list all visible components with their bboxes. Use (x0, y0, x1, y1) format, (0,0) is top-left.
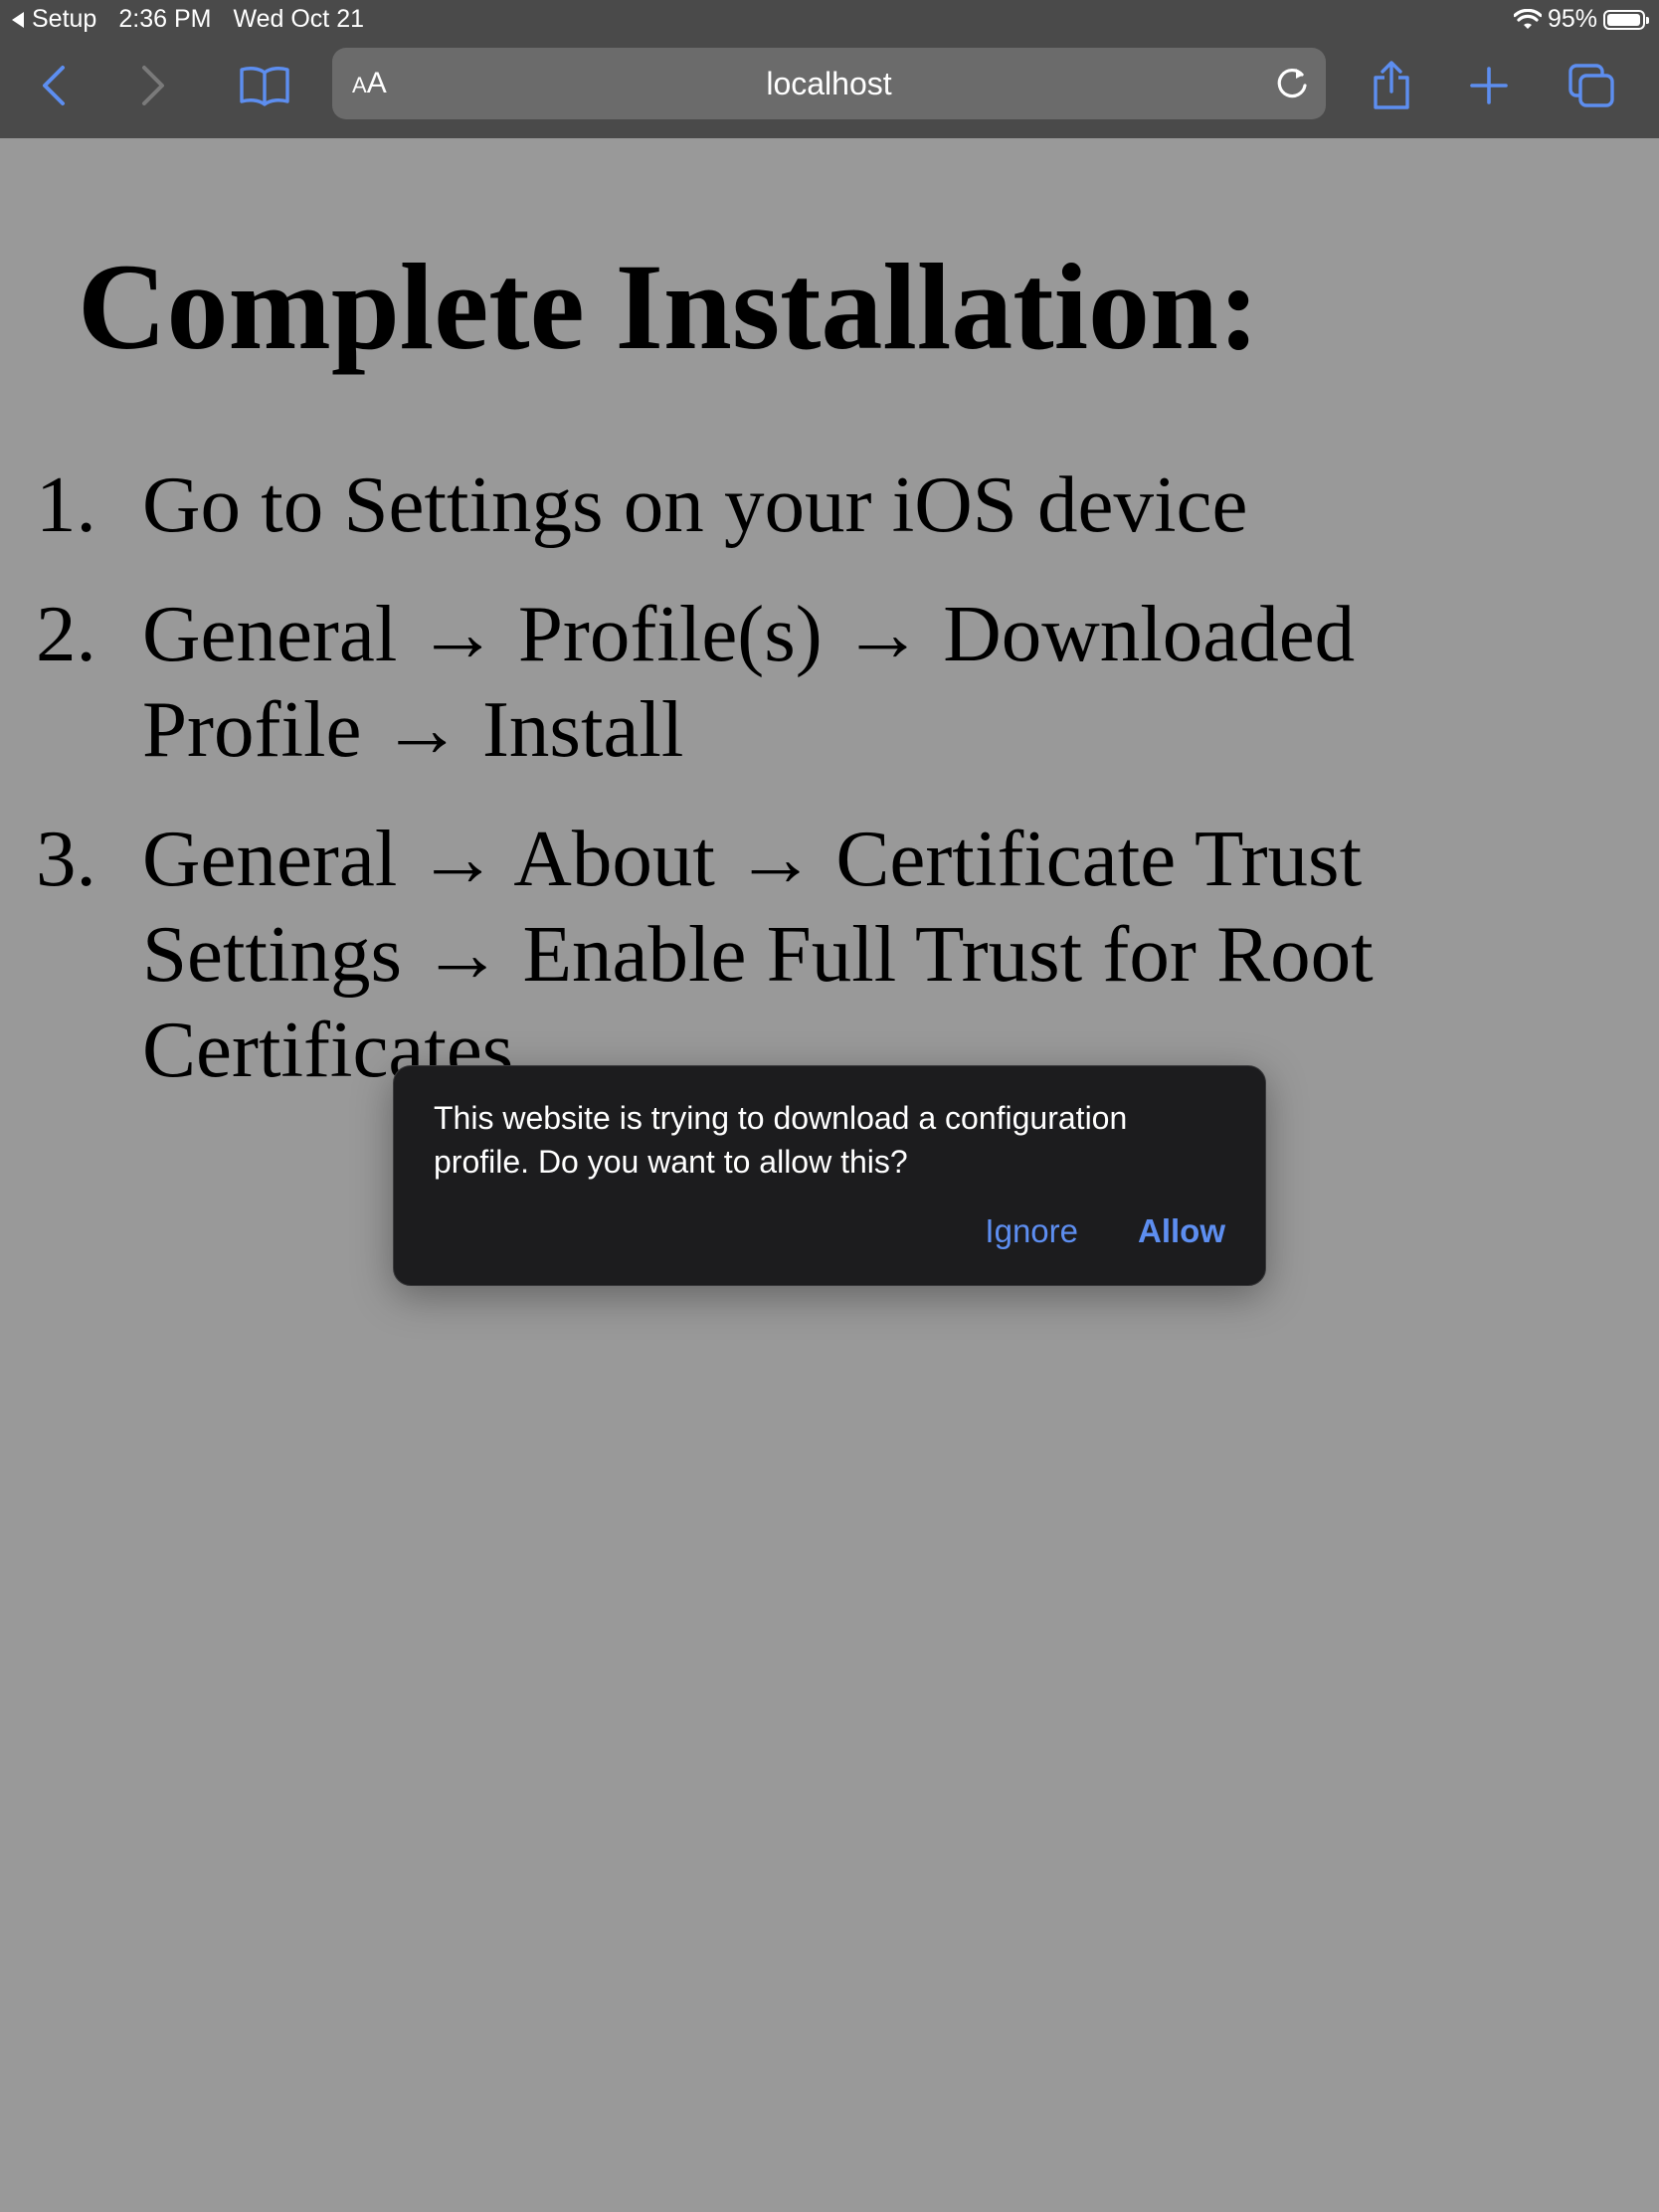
status-right: 95% (1513, 5, 1649, 34)
wifi-icon (1513, 8, 1542, 29)
list-item: 3. General → About → Certificate Trust S… (0, 811, 1432, 1097)
list-item: 1. Go to Settings on your iOS device (0, 457, 1432, 552)
allow-button[interactable]: Allow (1138, 1211, 1225, 1251)
step-number: 1. (36, 460, 96, 549)
battery-percent: 95% (1547, 5, 1597, 33)
share-icon[interactable] (1362, 56, 1421, 115)
back-to-app-label[interactable]: Setup (32, 5, 96, 34)
reload-icon[interactable] (1272, 64, 1312, 103)
back-chevron-icon[interactable] (24, 56, 84, 115)
bookmarks-book-icon[interactable] (235, 56, 294, 115)
address-bar[interactable]: AA localhost (332, 48, 1326, 119)
status-date: Wed Oct 21 (233, 5, 364, 33)
step-text: Go to Settings on your iOS device (142, 460, 1248, 549)
step-number: 3. (36, 814, 96, 903)
battery-icon (1603, 9, 1649, 30)
download-profile-dialog: This website is trying to download a con… (393, 1065, 1266, 1286)
url-text[interactable]: localhost (332, 66, 1326, 101)
status-left: Setup 2:36 PM Wed Oct 21 (12, 5, 364, 34)
step-text: General → Profile(s) → Downloaded Profil… (142, 589, 1356, 774)
browser-window: Setup 2:36 PM Wed Oct 21 95% AA localhos… (0, 0, 1659, 2212)
instruction-list: 1. Go to Settings on your iOS device 2. … (0, 457, 1432, 1131)
safari-toolbar: AA localhost (0, 38, 1659, 138)
ignore-button[interactable]: Ignore (985, 1211, 1078, 1251)
new-tab-plus-icon[interactable] (1459, 56, 1519, 115)
browser-chrome: Setup 2:36 PM Wed Oct 21 95% AA localhos… (0, 0, 1659, 138)
page-title: Complete Installation: (78, 239, 1260, 375)
step-number: 2. (36, 589, 96, 678)
tabs-overview-icon[interactable] (1562, 56, 1621, 115)
back-to-app-icon[interactable] (12, 11, 24, 28)
forward-chevron-icon[interactable] (123, 56, 183, 115)
status-time: 2:36 PM (118, 5, 212, 33)
list-item: 2. General → Profile(s) → Downloaded Pro… (0, 586, 1432, 777)
step-text: General → About → Certificate Trust Sett… (142, 814, 1374, 1094)
status-bar: Setup 2:36 PM Wed Oct 21 95% (0, 0, 1659, 38)
dialog-message: This website is trying to download a con… (434, 1100, 1128, 1180)
